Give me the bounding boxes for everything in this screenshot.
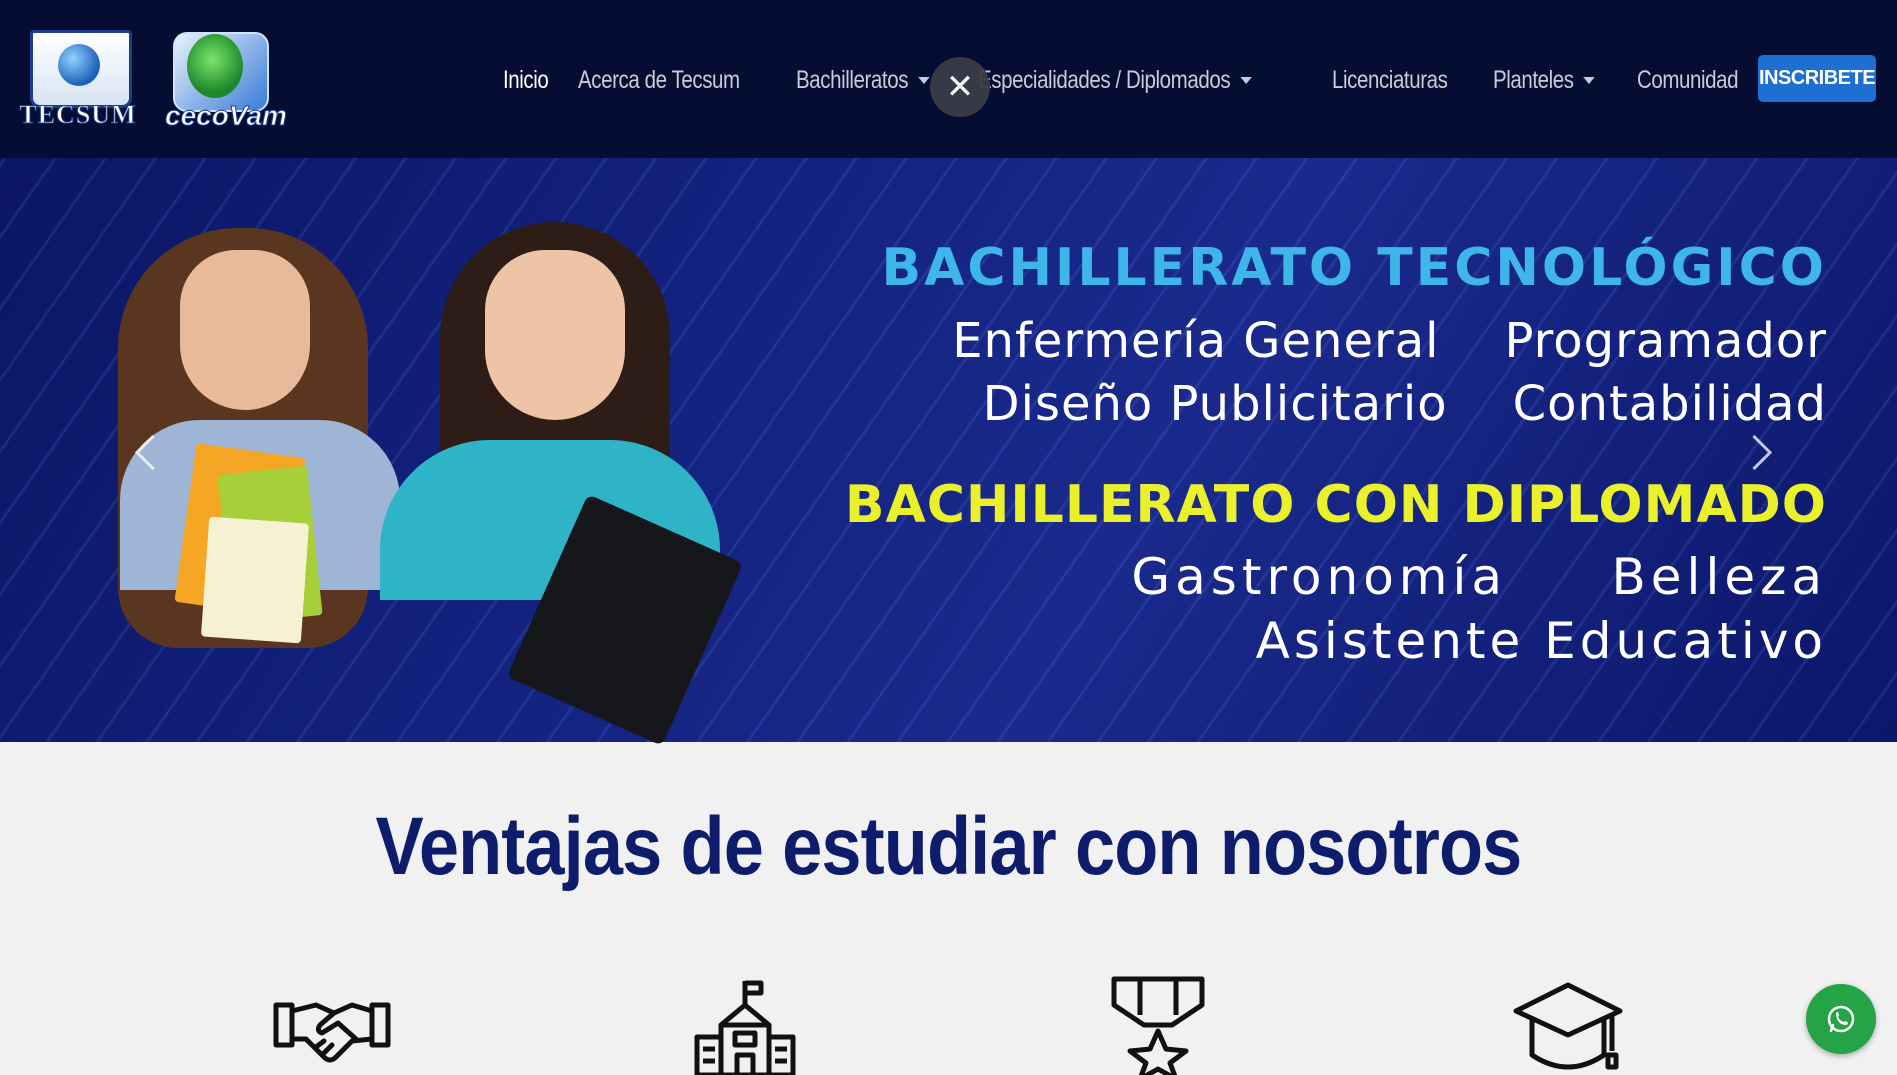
nav-item-bachilleratos[interactable]: Bachilleratos [796, 66, 929, 95]
whatsapp-icon [1827, 1005, 1855, 1033]
hero-line-specialties-2: Diseño Publicitario Contabilidad [982, 376, 1827, 432]
nav-item-acerca[interactable]: Acerca de Tecsum [578, 66, 740, 95]
close-icon[interactable]: ✕ [930, 57, 990, 117]
nav-item-label: Acerca de Tecsum [578, 65, 741, 94]
school-building-icon [694, 980, 796, 1075]
cecovam-logo-text: cecoVam [165, 100, 288, 132]
cecovam-logo[interactable]: cecoVam [165, 26, 288, 136]
nurse-face-illustration [485, 250, 625, 420]
nav-item-label: Licenciaturas [1331, 65, 1448, 94]
nav-item-label: Inicio [503, 65, 549, 94]
medal-star-icon [1111, 976, 1205, 1075]
nav-item-especialidades[interactable]: Especialidades / Diplomados [978, 65, 1252, 95]
caret-down-icon [917, 76, 929, 84]
nav-item-comunidad[interactable]: Comunidad [1636, 65, 1739, 95]
graduation-cap-icon [1513, 982, 1623, 1070]
nav-item-licenciaturas[interactable]: Licenciaturas [1331, 65, 1448, 95]
main-menu: Inicio Acerca de Tecsum Bachilleratos Es… [503, 60, 1780, 100]
caret-down-icon [1583, 76, 1595, 84]
hero-line-specialties-1: Enfermería General Programador [952, 313, 1827, 369]
hero-line-diplomados-1: Gastronomía Belleza [1131, 548, 1827, 606]
cream-folder-illustration [200, 516, 310, 644]
nav-item-label: Especialidades / Diplomados [978, 65, 1231, 94]
nav-item-planteles[interactable]: Planteles [1493, 66, 1595, 95]
whatsapp-chat-button[interactable] [1806, 984, 1876, 1054]
tecsum-logo[interactable]: TECSUM [18, 26, 138, 136]
tecsum-logo-text: TECSUM [19, 100, 137, 130]
caret-down-icon [1240, 76, 1252, 84]
inscribete-button[interactable]: INSCRIBETE [1758, 55, 1876, 102]
globe-icon [58, 44, 100, 86]
handshake-icon [273, 1002, 391, 1063]
hero-line-diplomados-2: Asistente Educativo [1255, 612, 1827, 670]
nav-item-label: Bachilleratos [795, 65, 908, 94]
student-face-illustration [180, 250, 310, 410]
hero-heading-tecnologico: BACHILLERATO TECNOLÓGICO [881, 238, 1827, 298]
nav-item-label: Planteles [1492, 65, 1574, 94]
nav-item-inicio[interactable]: Inicio [503, 65, 549, 95]
logo-c-emblem-icon [187, 34, 243, 98]
hero-heading-diplomado: BACHILLERATO CON DIPLOMADO [844, 475, 1827, 535]
section-title: Ventajas de estudiar con nosotros [375, 801, 1523, 892]
nav-item-label: Comunidad [1636, 65, 1739, 94]
